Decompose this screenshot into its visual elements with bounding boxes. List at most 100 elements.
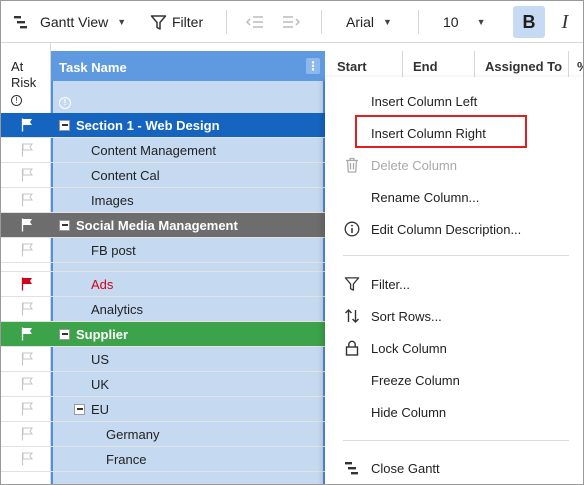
task-name-label: Content Cal xyxy=(91,167,160,183)
flag-icon xyxy=(21,118,33,132)
task-name-label: Supplier xyxy=(76,326,129,342)
trash-icon xyxy=(343,156,361,174)
font-size-select[interactable]: 10 ▼ xyxy=(443,1,486,43)
at-risk-flag-cell[interactable] xyxy=(1,238,51,262)
flag-icon xyxy=(21,243,33,257)
at-risk-flag-cell[interactable] xyxy=(1,422,51,446)
at-risk-flag-cell[interactable] xyxy=(1,472,51,484)
task-name-cell[interactable]: Germany xyxy=(106,422,159,446)
collapse-icon[interactable] xyxy=(74,403,85,415)
insert-column-right-item[interactable]: Insert Column Right xyxy=(325,118,583,148)
task-name-label: Social Media Management xyxy=(76,217,238,233)
at-risk-flag-cell[interactable] xyxy=(1,297,51,321)
app-window: Gantt View ▼ Filter Arial ▼ 10 ▼ B I At … xyxy=(0,0,584,485)
flag-icon xyxy=(21,327,33,341)
at-risk-flag-cell[interactable] xyxy=(1,347,51,371)
info-icon xyxy=(343,220,361,238)
close-gantt-label: Close Gantt xyxy=(371,460,440,476)
chevron-down-icon: ▼ xyxy=(383,17,392,27)
filter-button[interactable]: Filter xyxy=(150,1,203,43)
toolbar-divider xyxy=(321,10,322,34)
flag-icon xyxy=(21,168,33,182)
task-name-cell[interactable]: Supplier xyxy=(59,322,128,346)
collapse-icon[interactable] xyxy=(59,328,70,340)
task-name-label: Analytics xyxy=(91,301,144,317)
task-name-column-header[interactable]: Task Name ⋮ xyxy=(51,51,325,81)
task-name-cell[interactable]: Section 1 - Web Design xyxy=(59,113,220,137)
task-name-description: ! xyxy=(59,93,71,109)
menu-divider xyxy=(343,440,569,441)
lock-column-item[interactable]: Lock Column xyxy=(325,333,583,363)
italic-button[interactable]: I xyxy=(554,6,576,38)
at-risk-flag-cell[interactable] xyxy=(1,138,51,162)
task-name-label: Content Management xyxy=(91,142,217,158)
task-name-cell[interactable]: Analytics xyxy=(91,297,143,321)
flag-icon xyxy=(21,377,33,391)
collapse-icon[interactable] xyxy=(59,119,70,131)
indent-button[interactable] xyxy=(282,1,300,43)
rename-column-label: Rename Column... xyxy=(371,189,480,205)
filter-icon xyxy=(343,275,361,293)
task-name-label: Section 1 - Web Design xyxy=(76,117,220,133)
task-name-cell[interactable]: FB post xyxy=(91,238,136,262)
outdent-button[interactable] xyxy=(246,1,264,43)
task-name-cell[interactable]: Content Cal xyxy=(91,163,160,187)
view-label: Gantt View xyxy=(40,14,109,30)
at-risk-flag-cell[interactable] xyxy=(1,322,51,346)
task-name-header-label: Task Name xyxy=(59,60,127,75)
sort-rows-label: Sort Rows... xyxy=(371,308,442,324)
at-risk-flag-cell[interactable] xyxy=(1,447,51,471)
task-name-cell[interactable]: EU xyxy=(74,397,109,421)
task-name-cell[interactable]: Images xyxy=(91,188,134,212)
flag-icon xyxy=(21,352,33,366)
at-risk-flag-cell[interactable] xyxy=(1,272,51,296)
flag-icon xyxy=(21,427,33,441)
at-risk-flag-cell[interactable] xyxy=(1,372,51,396)
flag-icon xyxy=(21,193,33,207)
toolbar-divider xyxy=(418,10,419,34)
view-switcher[interactable]: Gantt View ▼ xyxy=(13,1,126,43)
task-name-label: Images xyxy=(91,192,134,208)
task-name-cell[interactable]: Content Management xyxy=(91,138,216,162)
filter-icon xyxy=(150,14,167,31)
task-name-label: FB post xyxy=(91,242,136,258)
info-icon: ! xyxy=(11,95,22,106)
column-context-menu: Insert Column Left Insert Column Right D… xyxy=(325,77,583,484)
filter-item[interactable]: Filter... xyxy=(325,269,583,299)
at-risk-flag-cell[interactable] xyxy=(1,263,51,271)
task-name-cell[interactable]: UK xyxy=(91,372,109,396)
chevron-down-icon: ▼ xyxy=(117,17,127,27)
task-name-cell[interactable]: Social Media Management xyxy=(59,213,238,237)
insert-column-left-item[interactable]: Insert Column Left xyxy=(325,86,583,116)
edit-column-description-item[interactable]: Edit Column Description... xyxy=(325,214,583,244)
freeze-column-label: Freeze Column xyxy=(371,372,460,388)
at-risk-flag-cell[interactable] xyxy=(1,213,51,237)
close-gantt-item[interactable]: Close Gantt xyxy=(325,453,583,483)
at-risk-column-header[interactable]: At Risk ! xyxy=(1,43,51,115)
sort-icon xyxy=(343,307,361,325)
task-name-label: UK xyxy=(91,376,110,392)
toolbar: Gantt View ▼ Filter Arial ▼ 10 ▼ B I xyxy=(1,1,583,43)
task-name-label: US xyxy=(91,351,110,367)
column-menu-icon[interactable]: ⋮ xyxy=(306,58,320,74)
task-name-cell[interactable]: US xyxy=(91,347,109,371)
at-risk-flag-cell[interactable] xyxy=(1,113,51,137)
at-risk-label-line1: At xyxy=(11,59,24,74)
at-risk-flag-cell[interactable] xyxy=(1,163,51,187)
freeze-column-item[interactable]: Freeze Column xyxy=(325,365,583,395)
filter-item-label: Filter... xyxy=(371,276,411,292)
hide-column-item[interactable]: Hide Column xyxy=(325,397,583,427)
task-name-cell[interactable]: Ads xyxy=(91,272,113,296)
edit-column-description-label: Edit Column Description... xyxy=(371,221,522,237)
task-name-cell[interactable]: France xyxy=(106,447,146,471)
filter-label: Filter xyxy=(172,14,204,30)
at-risk-flag-cell[interactable] xyxy=(1,397,51,421)
collapse-icon[interactable] xyxy=(59,219,70,231)
task-name-label: Germany xyxy=(106,426,160,442)
sort-rows-item[interactable]: Sort Rows... xyxy=(325,301,583,331)
bold-button[interactable]: B xyxy=(513,6,545,38)
at-risk-flag-cell[interactable] xyxy=(1,188,51,212)
font-family-select[interactable]: Arial ▼ xyxy=(346,1,392,43)
rename-column-item[interactable]: Rename Column... xyxy=(325,182,583,212)
delete-column-item[interactable]: Delete Column xyxy=(325,150,583,180)
